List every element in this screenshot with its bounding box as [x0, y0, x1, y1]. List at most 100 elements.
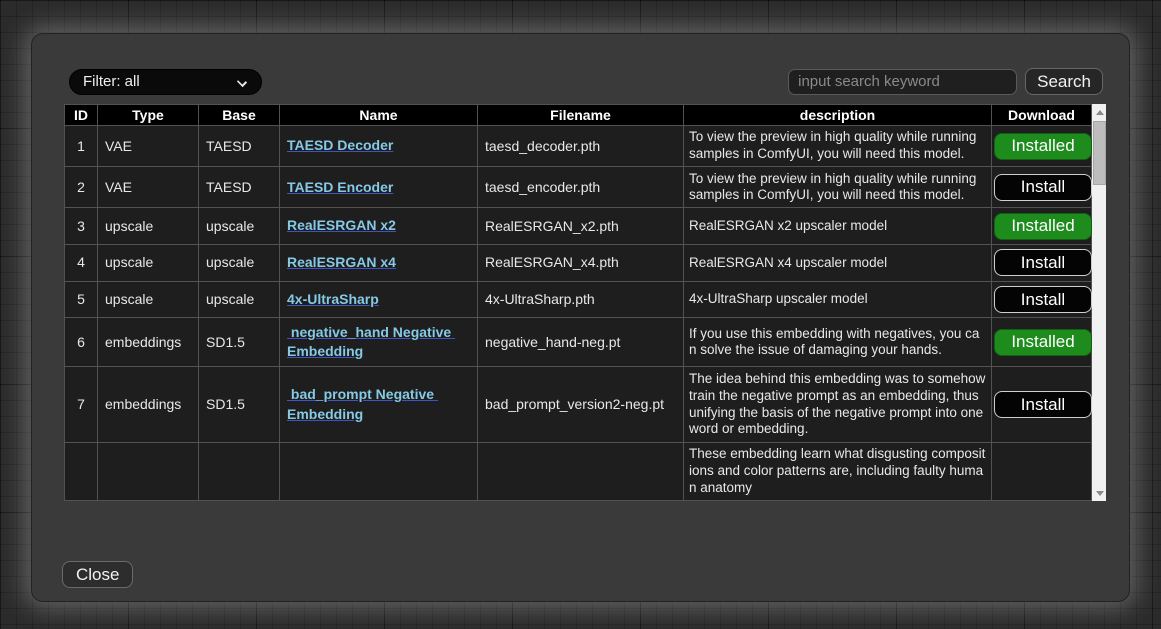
cell-description: These embedding learn what disgusting co…	[684, 442, 992, 500]
cell-type: upscale	[98, 208, 199, 245]
table-row: 6embeddingsSD1.5 negative_hand Negative …	[65, 318, 1092, 367]
cell-download: Install	[992, 367, 1092, 442]
install-button[interactable]: Install	[994, 391, 1092, 418]
cell-id: 7	[65, 367, 98, 442]
model-link[interactable]: 4x-UltraSharp	[287, 291, 379, 307]
cell-filename	[478, 442, 684, 500]
cell-id: 3	[65, 208, 98, 245]
cell-download: Installed	[992, 208, 1092, 245]
cell-download: Install	[992, 281, 1092, 318]
search-group: Search	[788, 68, 1103, 95]
models-table: IDTypeBaseNameFilenamedescriptionDownloa…	[64, 104, 1092, 501]
cell-filename: 4x-UltraSharp.pth	[478, 281, 684, 318]
cell-base: upscale	[199, 281, 280, 318]
cell-download: Install	[992, 245, 1092, 282]
cell-description: If you use this embedding with negatives…	[684, 318, 992, 367]
column-header-description: description	[684, 105, 992, 126]
cell-filename: negative_hand-neg.pt	[478, 318, 684, 367]
column-header-id: ID	[65, 105, 98, 126]
column-header-base: Base	[199, 105, 280, 126]
table-header-row: IDTypeBaseNameFilenamedescriptionDownloa…	[65, 105, 1092, 126]
cell-description: RealESRGAN x2 upscaler model	[684, 208, 992, 245]
installed-button[interactable]: Installed	[994, 133, 1092, 160]
install-button[interactable]: Install	[994, 286, 1092, 313]
cell-download: Installed	[992, 318, 1092, 367]
table-row: 7embeddingsSD1.5 bad_prompt Negative Emb…	[65, 367, 1092, 442]
table-row: 1VAETAESD TAESD Decoder taesd_decoder.pthT…	[65, 126, 1092, 167]
cell-name: RealESRGAN x4	[280, 245, 478, 282]
cell-description: To view the preview in high quality whil…	[684, 167, 992, 208]
cell-download	[992, 442, 1092, 500]
cell-filename: taesd_decoder.pth	[478, 126, 684, 167]
cell-description: The idea behind this embedding was to so…	[684, 367, 992, 442]
column-header-type: Type	[98, 105, 199, 126]
cell-id	[65, 442, 98, 500]
cell-description: RealESRGAN x4 upscaler model	[684, 245, 992, 282]
installed-button[interactable]: Installed	[994, 213, 1092, 240]
cell-type: VAE	[98, 167, 199, 208]
table-row: These embedding learn what disgusting co…	[65, 442, 1092, 500]
cell-description: 4x-UltraSharp upscaler model	[684, 281, 992, 318]
model-link[interactable]: negative_hand Negative Embedding	[287, 324, 455, 360]
column-header-name: Name	[280, 105, 478, 126]
cell-base: TAESD	[199, 167, 280, 208]
cell-type: upscale	[98, 281, 199, 318]
model-link[interactable]: RealESRGAN x4	[287, 254, 396, 270]
filter-dropdown-value: Filter: all	[83, 73, 140, 90]
cell-type	[98, 442, 199, 500]
cell-base: upscale	[199, 208, 280, 245]
model-link[interactable]: bad_prompt Negative Embedding	[287, 386, 438, 422]
cell-name: 4x-UltraSharp	[280, 281, 478, 318]
install-button[interactable]: Install	[994, 249, 1092, 276]
cell-type: upscale	[98, 245, 199, 282]
search-button[interactable]: Search	[1025, 68, 1103, 95]
cell-id: 5	[65, 281, 98, 318]
cell-name: RealESRGAN x2	[280, 208, 478, 245]
cell-name: negative_hand Negative Embedding	[280, 318, 478, 367]
cell-filename: bad_prompt_version2-neg.pt	[478, 367, 684, 442]
scrollbar-up-arrow-icon[interactable]	[1092, 104, 1106, 120]
cell-base: SD1.5	[199, 318, 280, 367]
cell-id: 6	[65, 318, 98, 367]
cell-id: 1	[65, 126, 98, 167]
install-models-dialog: Filter: all Search IDTypeBaseNameFilenam…	[31, 33, 1130, 602]
chevron-down-icon	[237, 76, 247, 86]
cell-base: TAESD	[199, 126, 280, 167]
table-scrollbar[interactable]	[1092, 104, 1106, 501]
installed-button[interactable]: Installed	[994, 329, 1092, 356]
cell-download: Installed	[992, 126, 1092, 167]
cell-id: 2	[65, 167, 98, 208]
cell-type: embeddings	[98, 367, 199, 442]
install-button[interactable]: Install	[994, 174, 1092, 201]
cell-name: bad_prompt Negative Embedding	[280, 367, 478, 442]
cell-id: 4	[65, 245, 98, 282]
table-row: 2VAETAESD TAESD Encoder taesd_encoder.pthT…	[65, 167, 1092, 208]
column-header-download: Download	[992, 105, 1092, 126]
scrollbar-down-arrow-icon[interactable]	[1092, 485, 1106, 501]
model-link[interactable]: RealESRGAN x2	[287, 217, 396, 233]
close-button[interactable]: Close	[62, 561, 133, 588]
cell-filename: taesd_encoder.pth	[478, 167, 684, 208]
model-link[interactable]: TAESD Decoder	[287, 137, 393, 153]
models-table-container: IDTypeBaseNameFilenamedescriptionDownloa…	[64, 104, 1106, 501]
model-link[interactable]: TAESD Encoder	[287, 179, 393, 195]
cell-base: SD1.5	[199, 367, 280, 442]
table-row: 4upscaleupscaleRealESRGAN x4RealESRGAN_x…	[65, 245, 1092, 282]
cell-base	[199, 442, 280, 500]
cell-name: TAESD Decoder	[280, 126, 478, 167]
table-row: 3upscaleupscaleRealESRGAN x2RealESRGAN_x…	[65, 208, 1092, 245]
scrollbar-thumb[interactable]	[1093, 121, 1106, 185]
cell-name	[280, 442, 478, 500]
cell-type: VAE	[98, 126, 199, 167]
cell-description: To view the preview in high quality whil…	[684, 126, 992, 167]
cell-base: upscale	[199, 245, 280, 282]
cell-filename: RealESRGAN_x4.pth	[478, 245, 684, 282]
cell-type: embeddings	[98, 318, 199, 367]
column-header-filename: Filename	[478, 105, 684, 126]
dialog-toolbar: Filter: all Search	[69, 68, 1103, 95]
cell-filename: RealESRGAN_x2.pth	[478, 208, 684, 245]
cell-name: TAESD Encoder	[280, 167, 478, 208]
search-input[interactable]	[788, 69, 1017, 95]
cell-download: Install	[992, 167, 1092, 208]
filter-dropdown[interactable]: Filter: all	[69, 69, 262, 95]
